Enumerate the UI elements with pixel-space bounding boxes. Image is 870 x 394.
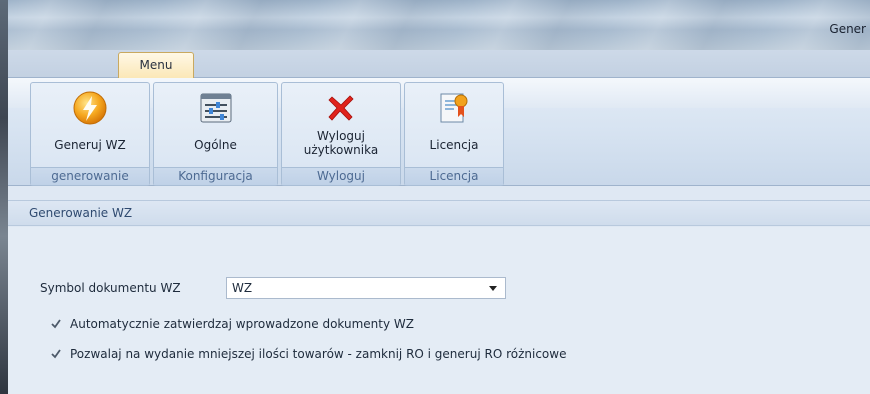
auto-approve-checkbox[interactable] bbox=[50, 318, 62, 330]
wyloguj-label-line2: użytkownika bbox=[303, 143, 379, 157]
title-bar[interactable]: Gener bbox=[8, 0, 870, 50]
red-x-icon bbox=[323, 90, 359, 126]
auto-approve-label: Automatycznie zatwierdzaj wprowadzone do… bbox=[70, 317, 414, 331]
wyloguj-label-line1: Wyloguj bbox=[317, 129, 365, 143]
desktop-background-strip bbox=[0, 0, 8, 394]
certificate-icon bbox=[436, 90, 472, 126]
allow-partial-checkbox[interactable] bbox=[50, 348, 62, 360]
group-label-wyloguj: Wyloguj bbox=[282, 167, 400, 185]
tab-menu[interactable]: Menu bbox=[118, 52, 194, 79]
lightning-icon bbox=[72, 90, 108, 126]
ribbon: Generuj WZ generowanie Ogólne Konfigurac… bbox=[8, 78, 870, 186]
symbol-dropdown[interactable]: WZ bbox=[226, 277, 506, 299]
settings-sliders-icon bbox=[198, 90, 234, 126]
ogolne-button[interactable]: Ogólne bbox=[157, 86, 274, 162]
ogolne-label: Ogólne bbox=[194, 138, 237, 152]
licencja-label: Licencja bbox=[429, 138, 479, 152]
wyloguj-uzytkownika-button[interactable]: Wyloguj użytkownika bbox=[285, 86, 397, 162]
section-title: Generowanie WZ bbox=[8, 200, 870, 226]
ribbon-tab-strip: Menu bbox=[8, 50, 870, 79]
group-konfiguracja: Ogólne Konfiguracja bbox=[153, 82, 278, 186]
title-bar-glass bbox=[8, 0, 870, 50]
app-window: Gener Menu Generuj WZ generowanie Ogólne… bbox=[8, 0, 870, 394]
chevron-down-icon[interactable] bbox=[489, 286, 497, 291]
group-label-licencja: Licencja bbox=[405, 167, 503, 185]
allow-partial-label: Pozwalaj na wydanie mniejszej ilości tow… bbox=[70, 347, 567, 361]
generuj-wz-label: Generuj WZ bbox=[54, 138, 126, 152]
group-licencja: Licencja Licencja bbox=[404, 82, 504, 186]
symbol-label: Symbol dokumentu WZ bbox=[40, 281, 181, 295]
settings-panel: Symbol dokumentu WZ WZ Automatycznie zat… bbox=[8, 227, 870, 394]
group-label-konfiguracja: Konfiguracja bbox=[154, 167, 277, 185]
window-title: Gener bbox=[829, 22, 866, 36]
group-generowanie: Generuj WZ generowanie bbox=[30, 82, 150, 186]
group-wyloguj: Wyloguj użytkownika Wyloguj bbox=[281, 82, 401, 186]
symbol-dropdown-value: WZ bbox=[232, 281, 253, 295]
group-label-generowanie: generowanie bbox=[31, 167, 149, 185]
generuj-wz-button[interactable]: Generuj WZ bbox=[34, 86, 146, 162]
licencja-button[interactable]: Licencja bbox=[408, 86, 500, 162]
